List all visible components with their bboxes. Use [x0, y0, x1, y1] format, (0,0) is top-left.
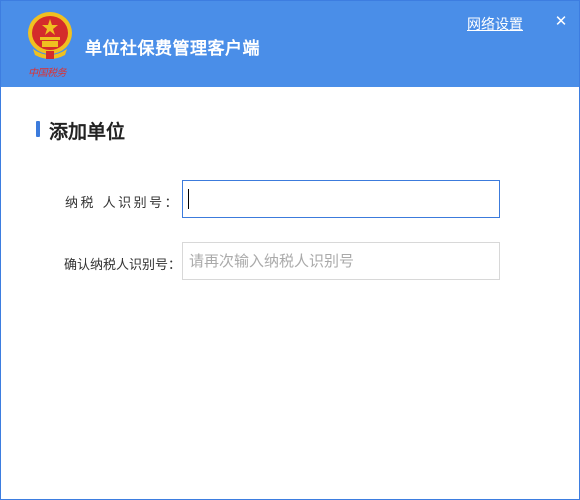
app-window: 中国税务 单位社保费管理客户端 网络设置 ✕ 添加单位 纳税 人识别号： 确认纳… — [0, 0, 580, 500]
confirm-taxpayer-id-input[interactable] — [182, 242, 500, 280]
title-bar: 中国税务 单位社保费管理客户端 网络设置 ✕ — [1, 1, 579, 87]
taxpayer-id-input[interactable] — [182, 180, 500, 218]
text-caret — [188, 189, 189, 209]
section-accent-bar — [36, 121, 40, 137]
app-title: 单位社保费管理客户端 — [85, 39, 260, 59]
close-button[interactable]: ✕ — [553, 13, 569, 29]
taxpayer-id-label: 纳税 人识别号： — [65, 196, 181, 211]
tax-emblem-icon — [28, 12, 72, 59]
emblem-caption: 中国税务 — [28, 68, 67, 79]
confirm-taxpayer-id-label: 确认纳税人识别号： — [64, 258, 182, 273]
network-settings-link[interactable]: 网络设置 — [467, 14, 523, 34]
section-title: 添加单位 — [49, 121, 126, 143]
